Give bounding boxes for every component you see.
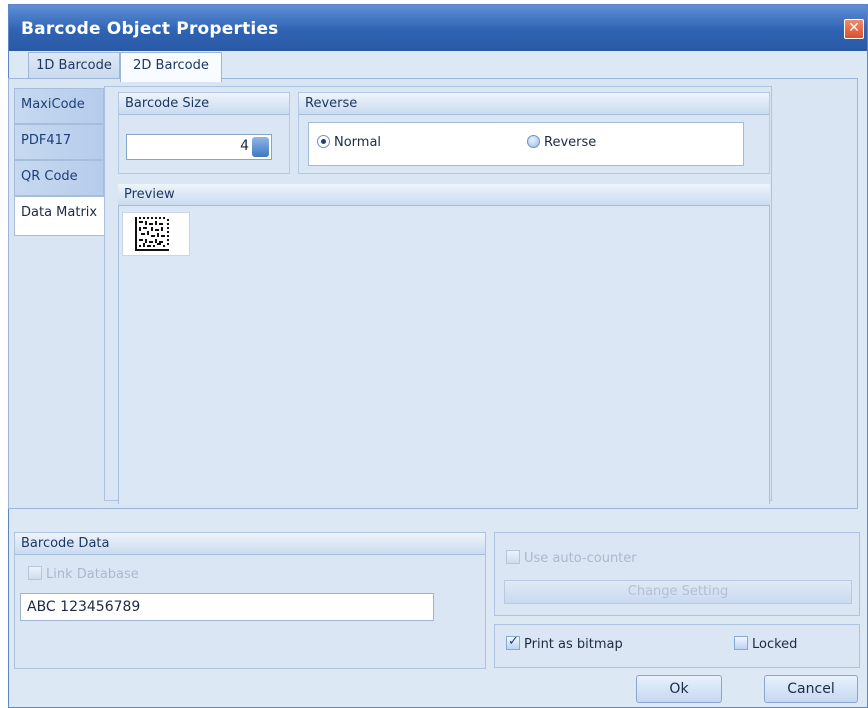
spinner-arrows-icon[interactable]: [252, 137, 269, 157]
preview-header: Preview: [118, 184, 770, 206]
radio-selected-icon: [317, 135, 330, 148]
link-database-checkbox[interactable]: Link Database: [28, 566, 139, 582]
datamatrix-icon: [135, 217, 169, 251]
title-bar[interactable]: Barcode Object Properties ✕: [9, 5, 867, 51]
barcode-size-header: Barcode Size: [119, 93, 289, 115]
tab-2d-barcode[interactable]: 2D Barcode: [120, 52, 222, 82]
reverse-header: Reverse: [299, 93, 769, 115]
link-database-label: Link Database: [46, 567, 139, 582]
tab-1d-barcode[interactable]: 1D Barcode: [28, 52, 120, 80]
radio-normal[interactable]: Normal: [317, 135, 381, 150]
barcode-size-value: 4: [240, 138, 249, 154]
preview-area: [118, 206, 770, 504]
cancel-button[interactable]: Cancel: [764, 675, 858, 703]
close-button[interactable]: ✕: [844, 19, 864, 39]
locked-checkbox[interactable]: Locked: [734, 636, 797, 652]
change-setting-button[interactable]: Change Setting: [504, 580, 852, 604]
ok-button[interactable]: Ok: [636, 675, 722, 703]
close-icon: ✕: [848, 20, 860, 36]
side-tab-pdf417[interactable]: PDF417: [14, 124, 104, 160]
datamatrix-preview: [122, 212, 190, 256]
side-tab-qr-code[interactable]: QR Code: [14, 160, 104, 196]
barcode-size-spinner[interactable]: 4: [126, 134, 272, 160]
radio-normal-label: Normal: [334, 135, 382, 150]
side-tab-maxicode[interactable]: MaxiCode: [14, 88, 104, 124]
window-title: Barcode Object Properties: [21, 19, 279, 39]
barcode-data-input[interactable]: ABC 123456789: [20, 593, 434, 621]
use-auto-counter-checkbox[interactable]: Use auto-counter: [506, 550, 637, 566]
print-as-bitmap-label: Print as bitmap: [524, 637, 623, 652]
side-tab-data-matrix[interactable]: Data Matrix: [14, 196, 106, 236]
checkbox-icon: [506, 550, 520, 564]
radio-reverse-label: Reverse: [544, 135, 597, 150]
radio-unselected-icon: [527, 135, 540, 148]
checkbox-checked-icon: [506, 634, 520, 650]
print-as-bitmap-checkbox[interactable]: Print as bitmap: [506, 634, 623, 652]
checkbox-icon: [734, 636, 748, 650]
reverse-options: Normal Reverse: [308, 122, 744, 166]
use-auto-counter-label: Use auto-counter: [524, 551, 637, 566]
radio-reverse[interactable]: Reverse: [527, 135, 596, 150]
checkbox-icon: [28, 566, 42, 580]
locked-label: Locked: [752, 637, 798, 652]
barcode-data-header: Barcode Data: [15, 533, 485, 555]
